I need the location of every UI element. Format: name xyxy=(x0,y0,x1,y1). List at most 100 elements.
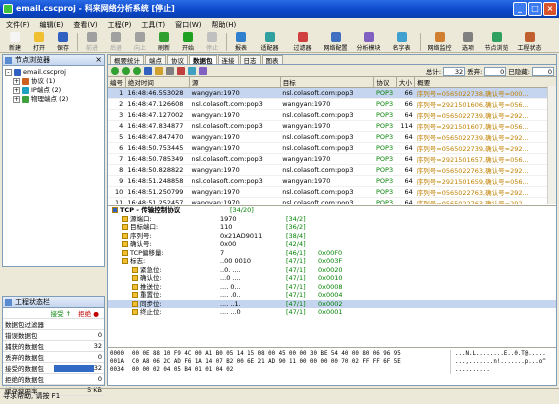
toolbar-button-8[interactable]: 停止 xyxy=(200,31,224,52)
tree-expander-icon[interactable]: + xyxy=(13,96,20,103)
decode-line[interactable]: 源端口: 1970 [34/2] xyxy=(108,215,556,224)
toolbar-button-2[interactable]: 保存 xyxy=(51,31,75,52)
status-header-cell[interactable]: 接受 ↑ xyxy=(48,308,77,319)
table-row[interactable]: 3 16:48:47.127002 wangyan:1970 nsl.colasoft… xyxy=(108,109,556,121)
toolbar-button-14[interactable]: 名字表 xyxy=(385,31,418,52)
column-header[interactable]: 目标 xyxy=(280,77,375,88)
hex-ascii[interactable]: .......... xyxy=(450,366,490,374)
decode-line[interactable]: 标志: ..00 0010 [47/1] 0x003F xyxy=(108,257,556,266)
find-icon[interactable] xyxy=(155,66,163,75)
hex-ascii[interactable]: ...N.L........E..0.T@..... xyxy=(450,350,546,358)
decode-line[interactable]: 推送位: .... 0... [47/1] 0x0008 xyxy=(108,283,556,292)
toolbar-button-0[interactable]: 新建 xyxy=(3,31,27,52)
filter-icon[interactable] xyxy=(144,66,152,75)
tab-0[interactable]: 概要统计 xyxy=(110,55,144,65)
packet-list-scrollbar[interactable] xyxy=(547,86,556,204)
column-header[interactable]: 绝对时间 xyxy=(125,77,191,88)
table-row[interactable]: 9 16:48:51.248858 nsl.colasoft.com:pop3 wan… xyxy=(108,175,556,187)
toolbar-button-7[interactable]: 开始 xyxy=(176,31,200,52)
decode-line[interactable]: 同步位: .... ..1. [47/1] 0x0002 xyxy=(108,299,556,308)
toolbar-button-5[interactable]: 向上 xyxy=(128,31,152,52)
forward-icon[interactable] xyxy=(122,66,130,75)
tree-expander-icon[interactable]: + xyxy=(13,87,20,94)
column-header[interactable]: 编号 xyxy=(108,77,126,88)
toolbar-button-9[interactable]: 报表 xyxy=(229,31,253,52)
menu-item[interactable]: 工程(P) xyxy=(108,20,132,30)
toolbar-button-12[interactable]: 网络配置 xyxy=(319,31,352,52)
table-row[interactable]: 11 16:48:51.252457 wangyan:1970 nsl.colasof… xyxy=(108,197,556,204)
menu-item[interactable]: 编辑(E) xyxy=(40,20,64,30)
toolbar-button-18[interactable]: 工程状态 xyxy=(513,31,546,52)
back-icon[interactable] xyxy=(111,66,119,75)
toolbar-button-6[interactable]: 刷新 xyxy=(152,31,176,52)
decode-line[interactable]: 重置位: .... .0.. [47/1] 0x0004 xyxy=(108,291,556,300)
table-row[interactable]: 8 16:48:50.828822 wangyan:1970 nsl.colasoft… xyxy=(108,164,556,176)
tree-expander-icon[interactable]: + xyxy=(13,78,20,85)
tab-3[interactable]: 数据包 xyxy=(189,55,217,65)
table-row[interactable]: 1 16:48:46.553028 wangyan:1970 nsl.colasoft… xyxy=(108,87,556,99)
column-header[interactable]: 概要 xyxy=(414,77,556,88)
tree-node-label: email.cscproj xyxy=(23,68,66,76)
toolbar-button-13[interactable]: 分析模块 xyxy=(352,31,385,52)
minimize-button[interactable]: _ xyxy=(513,2,527,16)
table-row[interactable]: 4 16:48:47.834877 nsl.colasoft.com:pop3 wan… xyxy=(108,120,556,132)
copy-icon[interactable] xyxy=(166,66,174,75)
table-row[interactable]: 7 16:48:50.785349 nsl.colasoft.com:pop3 wan… xyxy=(108,153,556,165)
hex-bytes[interactable]: 00 0E 88 10 F9 4C 00 A1 B0 05 14 15 08 0… xyxy=(132,350,450,358)
decode-line[interactable]: 终止位: .... ...0 [47/1] 0x0001 xyxy=(108,308,556,317)
status-header-cell[interactable] xyxy=(3,308,49,319)
menu-item[interactable]: 查看(V) xyxy=(73,20,97,30)
column-header[interactable]: 协议 xyxy=(373,77,397,88)
table-row[interactable]: 6 16:48:50.753445 wangyan:1970 nsl.colasoft… xyxy=(108,142,556,154)
toolbar-button-17[interactable]: 节点浏览 xyxy=(480,31,513,52)
toolbar-button-11[interactable]: 过滤器 xyxy=(286,31,319,52)
toolbar-button-3[interactable]: 前进 xyxy=(80,31,104,52)
menu-item[interactable]: 窗口(W) xyxy=(175,20,201,30)
save-packets-icon[interactable] xyxy=(188,66,196,75)
tree-node[interactable]: - email.cscproj xyxy=(5,68,102,77)
decode-line[interactable]: TCP偏移量: 7 [46/1] 0x00F0 xyxy=(108,249,556,258)
decode-line[interactable]: 确认位: ...0 .... [47/1] 0x0010 xyxy=(108,274,556,283)
tree-node[interactable]: + 协议 (1) xyxy=(5,77,102,86)
toolbar-button-1[interactable]: 打开 xyxy=(27,31,51,52)
table-row[interactable]: 2 16:48:47.126608 nsl.colasoft.com:pop3 wan… xyxy=(108,98,556,110)
node-browser-close-icon[interactable]: × xyxy=(95,55,102,65)
decode-line[interactable]: 目标端口: 110 [36/2] xyxy=(108,223,556,232)
hex-bytes[interactable]: 00 00 02 04 05 B4 01 01 04 02 xyxy=(132,366,450,374)
close-button[interactable]: × xyxy=(543,2,557,16)
tab-2[interactable]: 协议 xyxy=(167,55,188,65)
toolbar-button-10[interactable]: 适配器 xyxy=(253,31,286,52)
maximize-button[interactable]: □ xyxy=(528,2,542,16)
tree-node[interactable]: + 物理端点 (2) xyxy=(5,95,102,104)
refresh-icon[interactable] xyxy=(133,66,141,75)
tab-4[interactable]: 连接 xyxy=(217,55,239,65)
table-row[interactable]: 10 16:48:51.250799 wangyan:1970 nsl.colasof… xyxy=(108,186,556,198)
decode-icon[interactable] xyxy=(177,66,185,75)
decode-line[interactable]: 序列号: 0x21AD9011 [38/4] xyxy=(108,232,556,241)
tab-5[interactable]: 日志 xyxy=(239,55,261,65)
decode-line[interactable]: TCP - 传输控制协议 [34/20] xyxy=(108,206,556,215)
table-row[interactable]: 5 16:48:47.847470 wangyan:1970 nsl.colasoft… xyxy=(108,131,556,143)
tab-6[interactable]: 图表 xyxy=(261,55,283,65)
hex-bytes[interactable]: C0 A8 06 2C AD F6 1A 14 07 B2 00 6E 21 A… xyxy=(132,358,450,366)
decode-line[interactable]: 确认号: 0x00 [42/4] xyxy=(108,240,556,249)
tree-node[interactable]: + IP端点 (2) xyxy=(5,86,102,95)
column-header[interactable]: 大小 xyxy=(396,77,416,88)
hex-offset: 0034 xyxy=(110,367,124,373)
toolbar-button-15[interactable]: 网络监控 xyxy=(423,31,456,52)
menu-item[interactable]: 帮助(H) xyxy=(211,20,236,30)
decode-line[interactable]: 紧急位: ..0. .... [47/1] 0x0020 xyxy=(108,266,556,275)
table-cell: POP3 xyxy=(373,153,397,165)
menu-item[interactable]: 文件(F) xyxy=(6,20,30,30)
column-header[interactable]: 源 xyxy=(189,77,281,88)
tab-1[interactable]: 端点 xyxy=(145,55,166,65)
toolbar-button-16[interactable]: 选项 xyxy=(456,31,480,52)
table-cell: wangyan:1970 xyxy=(189,142,281,154)
hidden-label: 已隐藏: xyxy=(508,68,530,76)
status-header-cell[interactable]: 拒绝 ● xyxy=(76,308,104,319)
toolbar-button-4[interactable]: 后退 xyxy=(104,31,128,52)
menu-item[interactable]: 工具(T) xyxy=(141,20,165,30)
options-icon[interactable] xyxy=(199,66,207,75)
hex-ascii[interactable]: ...,.......n!.......p...o^ xyxy=(450,358,546,366)
tree-expander-icon[interactable]: - xyxy=(5,69,12,76)
